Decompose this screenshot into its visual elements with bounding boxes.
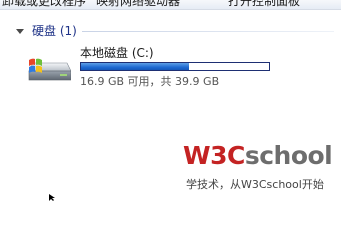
logo-w3c: W3C xyxy=(183,141,245,170)
w3cschool-slogan: 学技术，从W3Cschool开始 xyxy=(186,178,324,191)
collapse-triangle-icon[interactable] xyxy=(16,28,24,34)
command-bar: 卸载或更改程序 映射网络驱动器 打开控制面板 xyxy=(0,0,341,10)
w3cschool-logo: W3Cschool xyxy=(183,141,333,171)
map-network-drive-button[interactable]: 映射网络驱动器 xyxy=(96,0,180,8)
drive-name: 本地磁盘 (C:) xyxy=(80,46,154,60)
open-control-panel-button[interactable]: 打开控制面板 xyxy=(228,0,300,8)
disk-usage-fill xyxy=(81,63,190,70)
explorer-window: 卸载或更改程序 映射网络驱动器 打开控制面板 硬盘 (1) 本地磁盘 (C:) … xyxy=(0,0,341,201)
group-title: 硬盘 (1) xyxy=(32,23,77,38)
group-divider xyxy=(82,31,334,32)
mouse-cursor-icon xyxy=(49,194,55,201)
disk-usage-bar xyxy=(80,62,270,71)
uninstall-program-button[interactable]: 卸载或更改程序 xyxy=(2,0,86,8)
drive-free-space: 16.9 GB 可用，共 39.9 GB xyxy=(80,75,220,88)
hard-disk-group-header[interactable]: 硬盘 (1) xyxy=(16,22,77,38)
logo-school: school xyxy=(244,141,333,170)
drive-c-tile[interactable]: 本地磁盘 (C:) 16.9 GB 可用，共 39.9 GB xyxy=(27,44,277,88)
hard-drive-icon xyxy=(28,58,71,81)
